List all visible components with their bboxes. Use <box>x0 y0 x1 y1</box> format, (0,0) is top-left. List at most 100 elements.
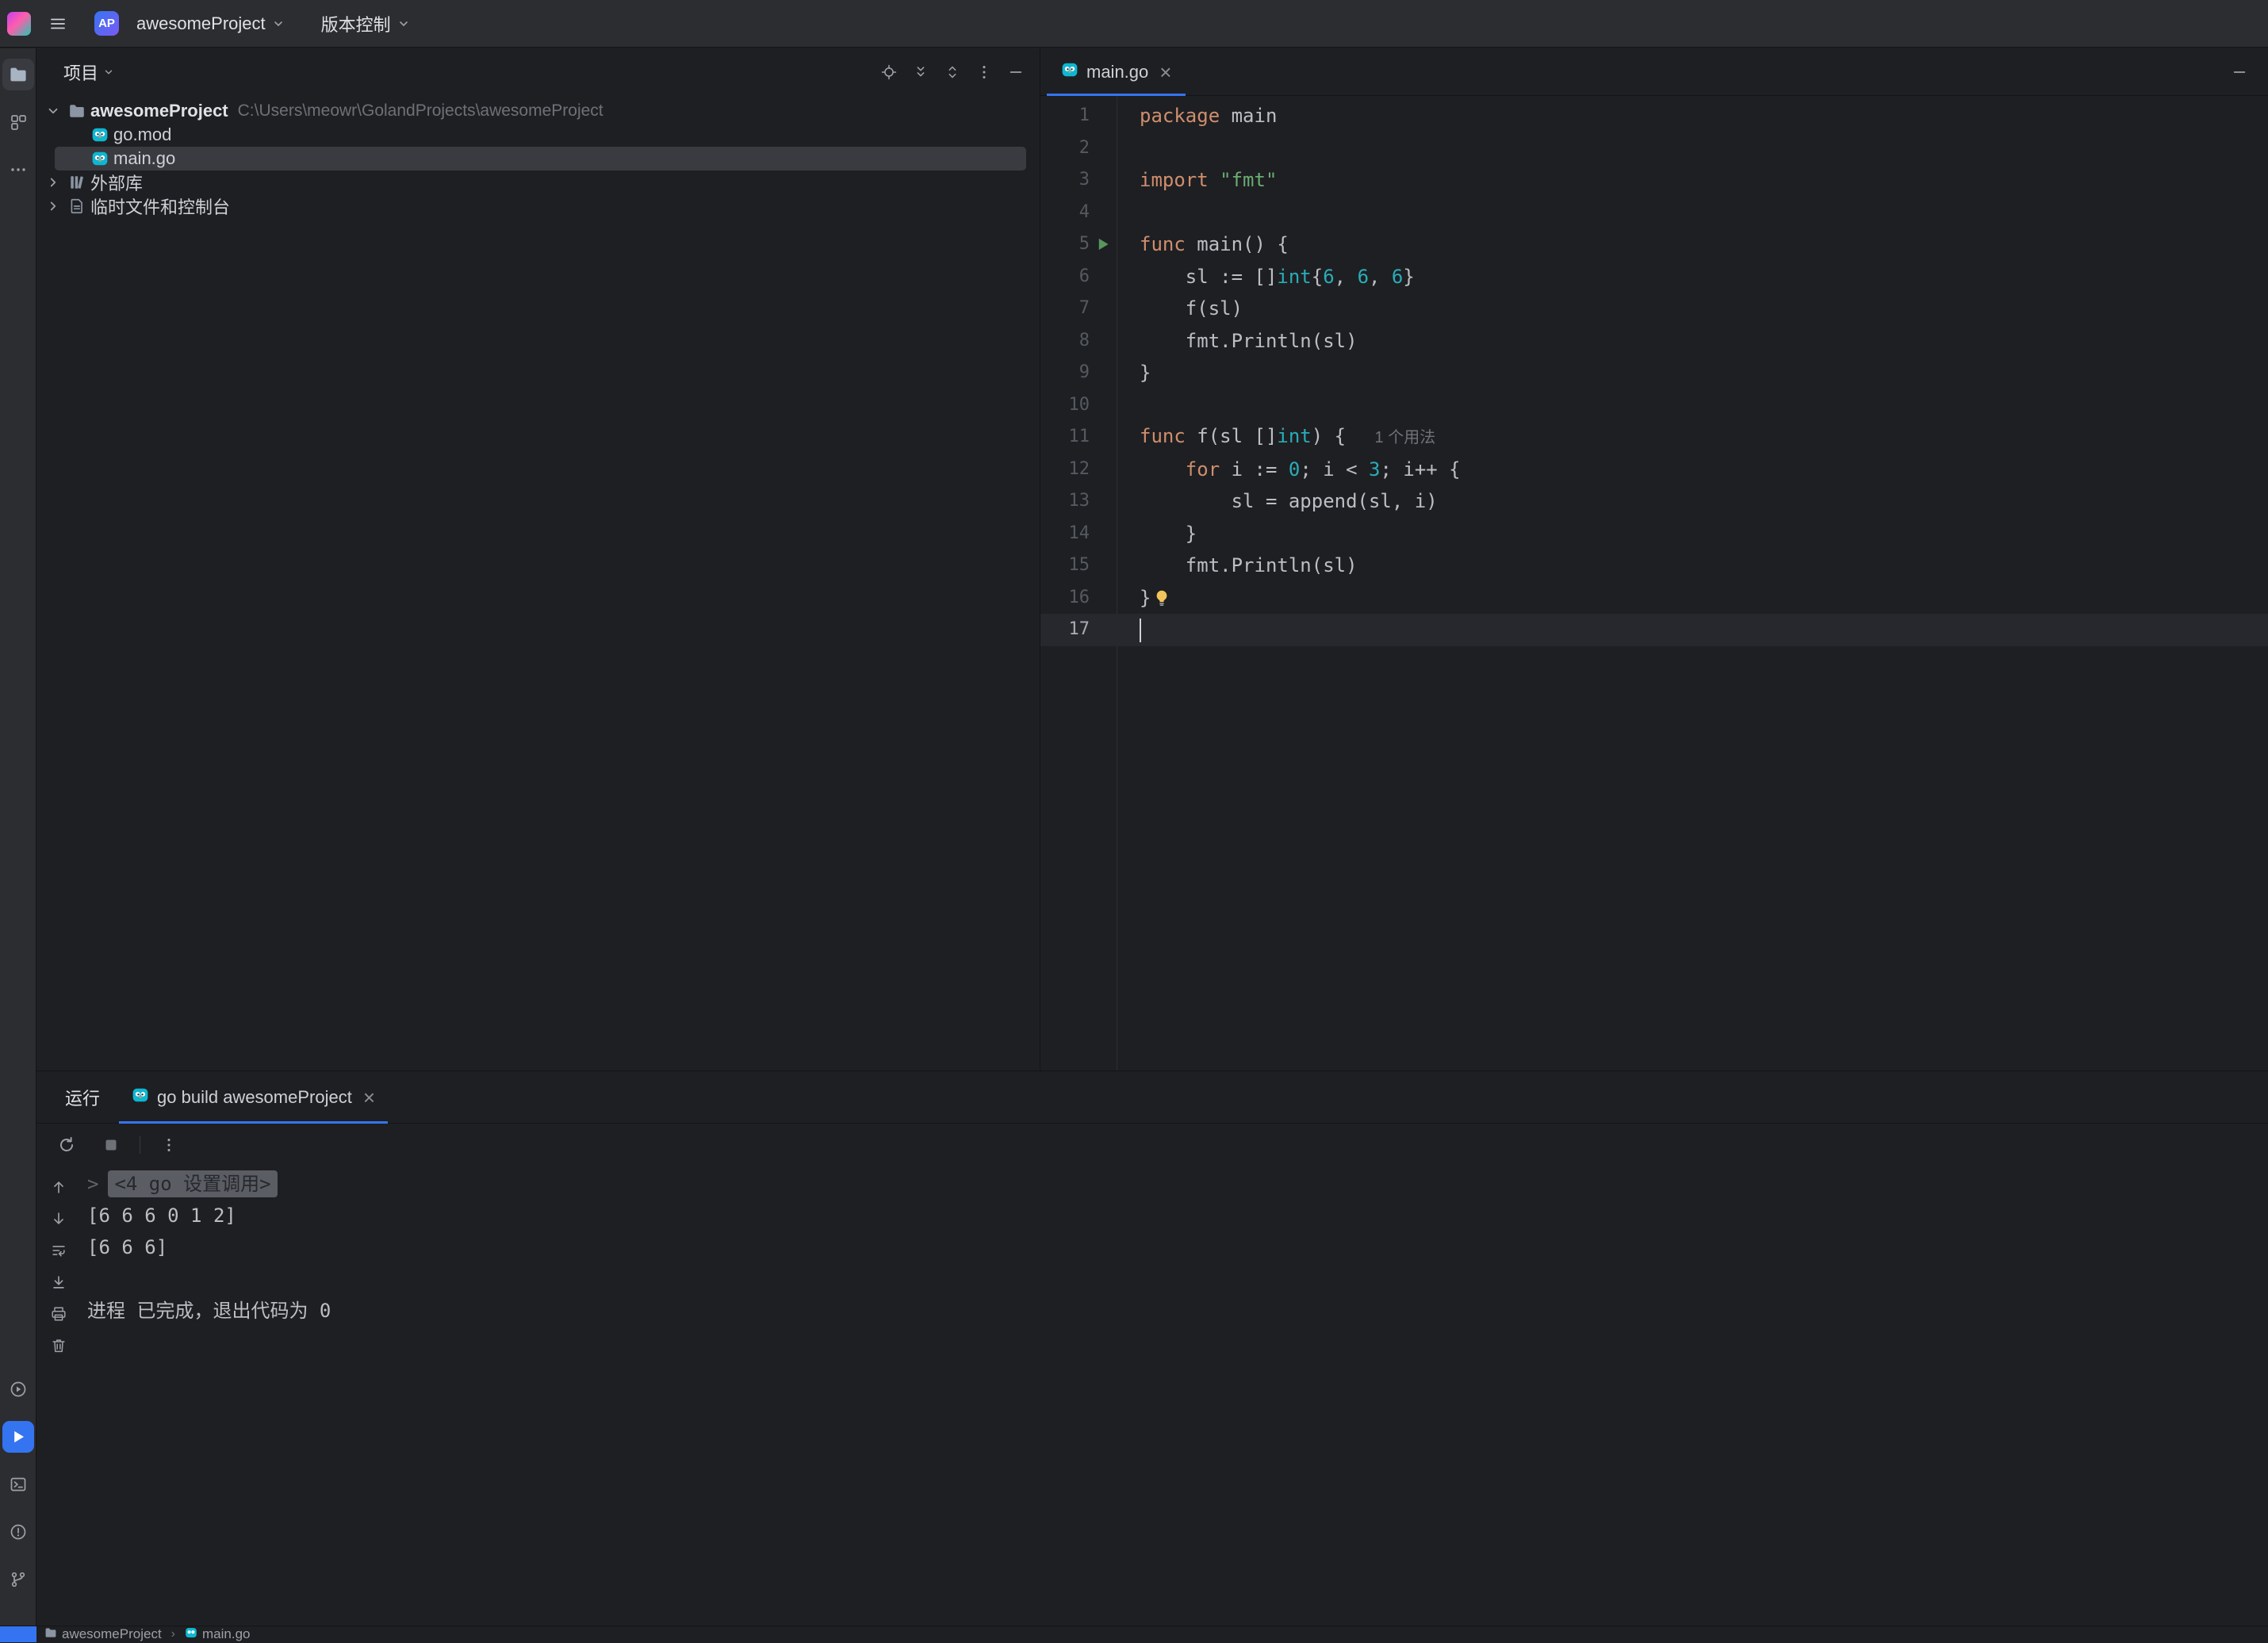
problems-tool-icon[interactable] <box>2 1516 34 1548</box>
close-icon[interactable]: × <box>1159 62 1171 82</box>
code-line-8[interactable]: 8 fmt.Println(sl) <box>1040 325 2268 358</box>
line-number[interactable]: 14 <box>1040 518 1090 550</box>
structure-tool-icon[interactable] <box>2 106 34 138</box>
code-line-3[interactable]: 3 import "fmt" <box>1040 164 2268 197</box>
go-file-icon <box>132 1086 149 1109</box>
go-file-icon <box>185 1626 197 1643</box>
code-text: func f(sl []int) { 1 个用法 <box>1117 420 2268 454</box>
line-number[interactable]: 17 <box>1040 614 1090 646</box>
more-tool-icon[interactable] <box>2 154 34 186</box>
prev-occurrence-icon[interactable] <box>44 1171 73 1203</box>
code-line-13[interactable]: 13 sl = append(sl, i) <box>1040 485 2268 518</box>
code-line-14[interactable]: 14 } <box>1040 518 2268 550</box>
bottom-left-active-tool-icon[interactable] <box>0 1626 36 1642</box>
line-number[interactable]: 10 <box>1040 389 1090 422</box>
next-occurrence-icon[interactable] <box>44 1203 73 1235</box>
usages-inlay-hint[interactable]: 1 个用法 <box>1375 429 1436 446</box>
breadcrumb: awesomeProject › main.go <box>44 1626 250 1643</box>
more-options-icon[interactable] <box>971 59 997 85</box>
scratch-icon <box>68 197 89 215</box>
terminal-tool-icon[interactable] <box>2 1469 34 1500</box>
more-options-icon[interactable] <box>153 1129 185 1161</box>
line-number[interactable]: 2 <box>1040 132 1090 165</box>
line-number[interactable]: 13 <box>1040 485 1090 518</box>
project-switcher-label: awesomeProject <box>136 13 266 34</box>
run-tool-icon[interactable] <box>2 1421 34 1453</box>
code-text: import "fmt" <box>1117 164 2268 197</box>
hide-editor-tabs-icon[interactable] <box>2224 56 2255 88</box>
chevron-down-icon <box>397 17 410 30</box>
code-line-9[interactable]: 9} <box>1040 357 2268 389</box>
code-line-17[interactable]: 17 <box>1040 614 2268 646</box>
console-output[interactable]: ><4 go 设置调用>[6 6 6 0 1 2][6 6 6] 进程 已完成，… <box>87 1166 2268 1626</box>
services-tool-icon[interactable] <box>2 1373 34 1405</box>
rerun-icon[interactable] <box>51 1129 82 1161</box>
print-icon[interactable] <box>44 1298 73 1330</box>
tree-item-awesomeProject[interactable]: awesomeProjectC:\Users\meowr\GolandProje… <box>36 99 1040 123</box>
titlebar: AP awesomeProject 版本控制 <box>0 0 2268 48</box>
line-number[interactable]: 9 <box>1040 357 1090 389</box>
line-number[interactable]: 11 <box>1040 421 1090 454</box>
line-number[interactable]: 3 <box>1040 164 1090 197</box>
clear-console-icon[interactable] <box>44 1330 73 1362</box>
tree-item-go.mod[interactable]: go.mod <box>36 123 1040 147</box>
code-line-16[interactable]: 16} <box>1040 582 2268 615</box>
text-caret <box>1140 619 1141 642</box>
line-number[interactable]: 15 <box>1040 550 1090 582</box>
collapse-all-icon[interactable] <box>940 59 965 85</box>
line-number[interactable]: 12 <box>1040 454 1090 486</box>
console-line: ><4 go 设置调用> <box>87 1168 2268 1200</box>
tree-item-label: 外部库 <box>90 170 143 195</box>
breadcrumb-file[interactable]: main.go <box>202 1626 250 1642</box>
close-icon[interactable]: × <box>363 1087 375 1108</box>
go-icon <box>91 126 112 144</box>
editor-tab-main-go[interactable]: main.go × <box>1047 48 1186 95</box>
soft-wrap-icon[interactable] <box>44 1235 73 1266</box>
project-switcher[interactable]: awesomeProject <box>128 8 293 40</box>
line-number[interactable]: 6 <box>1040 261 1090 293</box>
code-line-10[interactable]: 10 <box>1040 389 2268 422</box>
tree-item-main.go[interactable]: main.go <box>36 147 1040 170</box>
console-side-toolbar <box>36 1171 81 1362</box>
tree-item--[interactable]: 临时文件和控制台 <box>36 194 1040 218</box>
run-line-icon[interactable] <box>1090 236 1117 253</box>
intention-bulb-icon[interactable] <box>1152 588 1171 607</box>
code-line-5[interactable]: 5func main() { <box>1040 228 2268 261</box>
code-line-11[interactable]: 11 func f(sl []int) { 1 个用法 <box>1040 421 2268 454</box>
code-line-15[interactable]: 15 fmt.Println(sl) <box>1040 550 2268 582</box>
locate-file-icon[interactable] <box>876 59 902 85</box>
line-number[interactable]: 8 <box>1040 325 1090 358</box>
chevron-down-icon[interactable] <box>46 104 68 118</box>
vcs-widget[interactable]: 版本控制 <box>313 8 418 40</box>
scroll-to-end-icon[interactable] <box>44 1266 73 1298</box>
code-line-12[interactable]: 12 for i := 0; i < 3; i++ { <box>1040 454 2268 486</box>
line-number[interactable]: 1 <box>1040 100 1090 132</box>
project-tool-icon[interactable] <box>2 59 34 90</box>
code-line-6[interactable]: 6 sl := []int{6, 6, 6} <box>1040 261 2268 293</box>
tree-item--[interactable]: 外部库 <box>36 170 1040 194</box>
code-line-4[interactable]: 4 <box>1040 197 2268 229</box>
stop-icon[interactable] <box>95 1129 127 1161</box>
code-line-1[interactable]: 1package main <box>1040 100 2268 132</box>
expand-all-icon[interactable] <box>908 59 933 85</box>
code-line-2[interactable]: 2 <box>1040 132 2268 165</box>
code-line-7[interactable]: 7 f(sl) <box>1040 293 2268 325</box>
tree-item-path: C:\Users\meowr\GolandProjects\awesomePro… <box>238 101 603 121</box>
console-line <box>87 1263 2268 1295</box>
chevron-right-icon[interactable] <box>46 175 68 190</box>
line-number[interactable]: 4 <box>1040 197 1090 229</box>
line-number[interactable]: 16 <box>1040 582 1090 615</box>
chevron-right-icon[interactable] <box>46 199 68 213</box>
hamburger-menu-icon[interactable] <box>42 8 74 40</box>
folded-command[interactable]: <4 go 设置调用> <box>108 1170 277 1197</box>
breadcrumb-project[interactable]: awesomeProject <box>62 1626 162 1642</box>
editor-code-viewport[interactable]: 1package main23 import "fmt" 45func main()… <box>1040 97 2268 1070</box>
line-number[interactable]: 7 <box>1040 293 1090 325</box>
code-area[interactable]: 1package main23 import "fmt" 45func main()… <box>1040 97 2268 646</box>
project-panel-title[interactable]: 项目 <box>63 59 114 85</box>
hide-panel-icon[interactable] <box>1003 59 1029 85</box>
run-config-tab[interactable]: go build awesomeProject × <box>119 1071 388 1123</box>
line-number[interactable]: 5 <box>1040 228 1090 261</box>
tree-item-label: go.mod <box>113 124 171 145</box>
git-tool-icon[interactable] <box>2 1564 34 1595</box>
